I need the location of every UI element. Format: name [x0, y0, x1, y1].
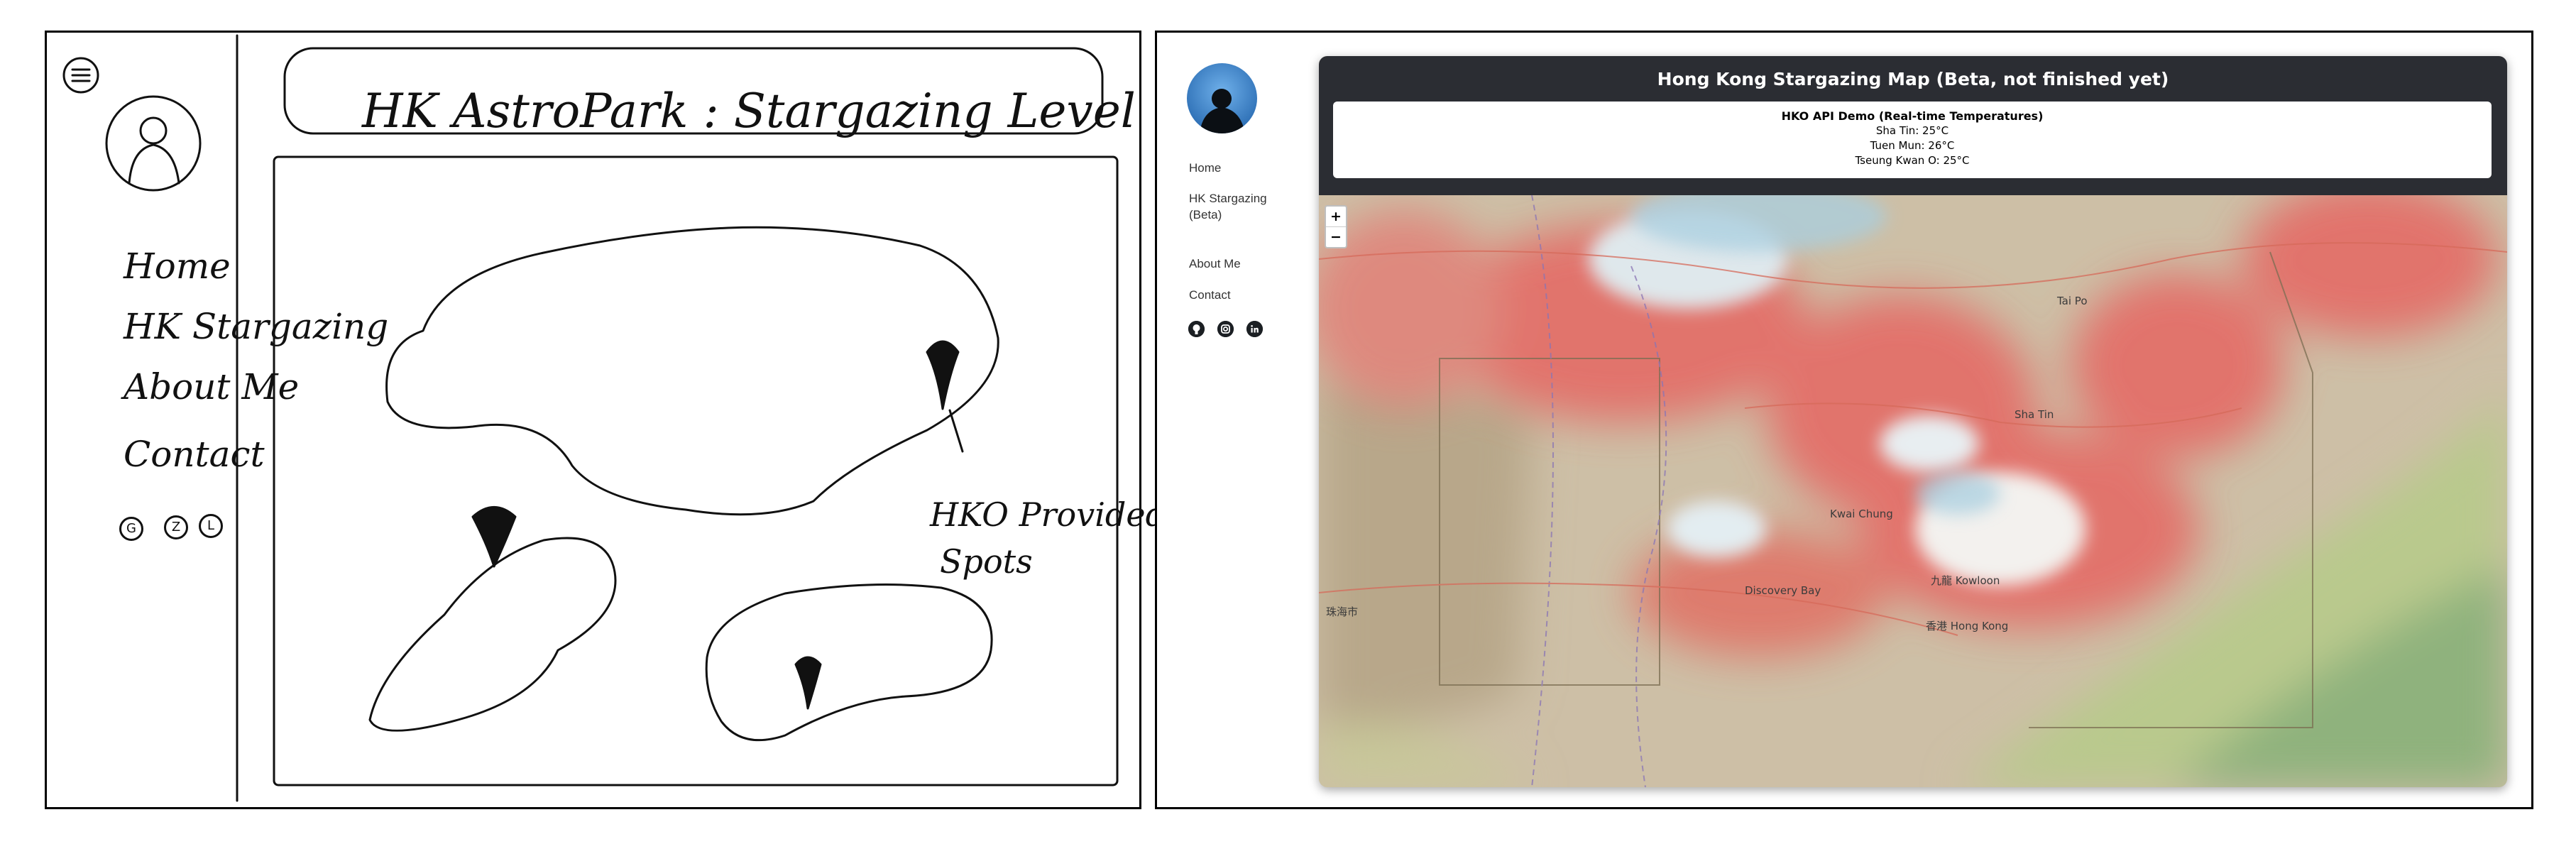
page-title: Hong Kong Stargazing Map (Beta, not fini…	[1657, 69, 2169, 89]
zoom-control: + −	[1325, 205, 1347, 248]
map-label-kowloon: 九龍 Kowloon	[1931, 574, 2000, 587]
map-label-hong-kong: 香港 Hong Kong	[1926, 620, 2009, 632]
heatmap-overlay	[1319, 181, 2507, 787]
sketch-pin-1	[926, 340, 960, 410]
avatar	[1187, 63, 1257, 133]
wireframe-drawing	[62, 34, 1119, 802]
sketch-linkedin-icon: L	[199, 514, 223, 538]
map-view[interactable]: 九龍 Kowloon 香港 Hong Kong Discovery Bay Kw…	[1319, 181, 2507, 787]
sketch-island-southwest	[368, 537, 617, 732]
sketch-avatar	[105, 95, 202, 192]
sketch-island-southeast	[705, 583, 993, 742]
temperature-tuen-mun: Tuen Mun: 26°C	[1870, 139, 1955, 152]
sketch-island-north	[385, 226, 999, 516]
sidebar-item-stargazing[interactable]: HK Stargazing (Beta)	[1189, 190, 1267, 223]
zoom-in-button[interactable]: +	[1326, 207, 1346, 227]
temperature-sha-tin: Sha Tin: 25°C	[1875, 124, 1949, 137]
linkedin-icon[interactable]	[1246, 321, 1263, 337]
github-icon[interactable]	[1188, 321, 1205, 337]
sketch-annotation-line-2: Spots	[940, 542, 1033, 581]
sketch-annotation-arrow	[948, 409, 964, 453]
map-label-tai-po: Tai Po	[2057, 295, 2088, 307]
map-label-discovery-bay: Discovery Bay	[1745, 584, 1821, 597]
temperature-tseung-kwan-o: Tseung Kwan O: 25°C	[1855, 154, 1970, 167]
wireframe-sketch-panel: HK AstroPark : Stargazing Level Home HK …	[45, 31, 1166, 809]
app-screenshot-panel: Home HK Stargazing (Beta) About Me Conta…	[1155, 31, 2533, 809]
sketch-map-frame	[273, 155, 1119, 787]
sketch-nav-contact: Contact	[124, 434, 265, 475]
sketch-pin-2	[471, 506, 517, 568]
stargazing-map-card: 九龍 Kowloon 香港 Hong Kong Discovery Bay Kw…	[1319, 56, 2507, 787]
api-box-title: HKO API Demo (Real-time Temperatures)	[1781, 109, 2044, 123]
sketch-instagram-icon: Z	[164, 515, 188, 539]
map-header: Hong Kong Stargazing Map (Beta, not fini…	[1319, 56, 2507, 195]
map-label-kwai-chung: Kwai Chung	[1830, 508, 1893, 520]
sidebar-item-contact[interactable]: Contact	[1189, 287, 1231, 303]
sketch-annotation-line-1: HKO Provided	[930, 495, 1167, 534]
sketch-pin-3	[794, 656, 822, 710]
sketch-title: HK AstroPark : Stargazing Level	[362, 84, 1136, 138]
sketch-github-icon: G	[119, 517, 143, 541]
map-label-zhuhai: 珠海市	[1326, 605, 1359, 618]
sketch-nav-home: Home	[124, 246, 231, 287]
sketch-hamburger-icon	[62, 57, 99, 94]
sidebar-item-about[interactable]: About Me	[1189, 256, 1241, 272]
instagram-icon[interactable]	[1217, 321, 1234, 337]
sketch-nav-stargazing: HK Stargazing	[124, 306, 389, 347]
sidebar-item-home[interactable]: Home	[1189, 160, 1221, 176]
hko-api-box: HKO API Demo (Real-time Temperatures) Sh…	[1333, 102, 2492, 178]
zoom-out-button[interactable]: −	[1326, 227, 1346, 247]
sketch-nav-about: About Me	[124, 366, 300, 407]
map-label-sha-tin: Sha Tin	[2015, 408, 2054, 421]
